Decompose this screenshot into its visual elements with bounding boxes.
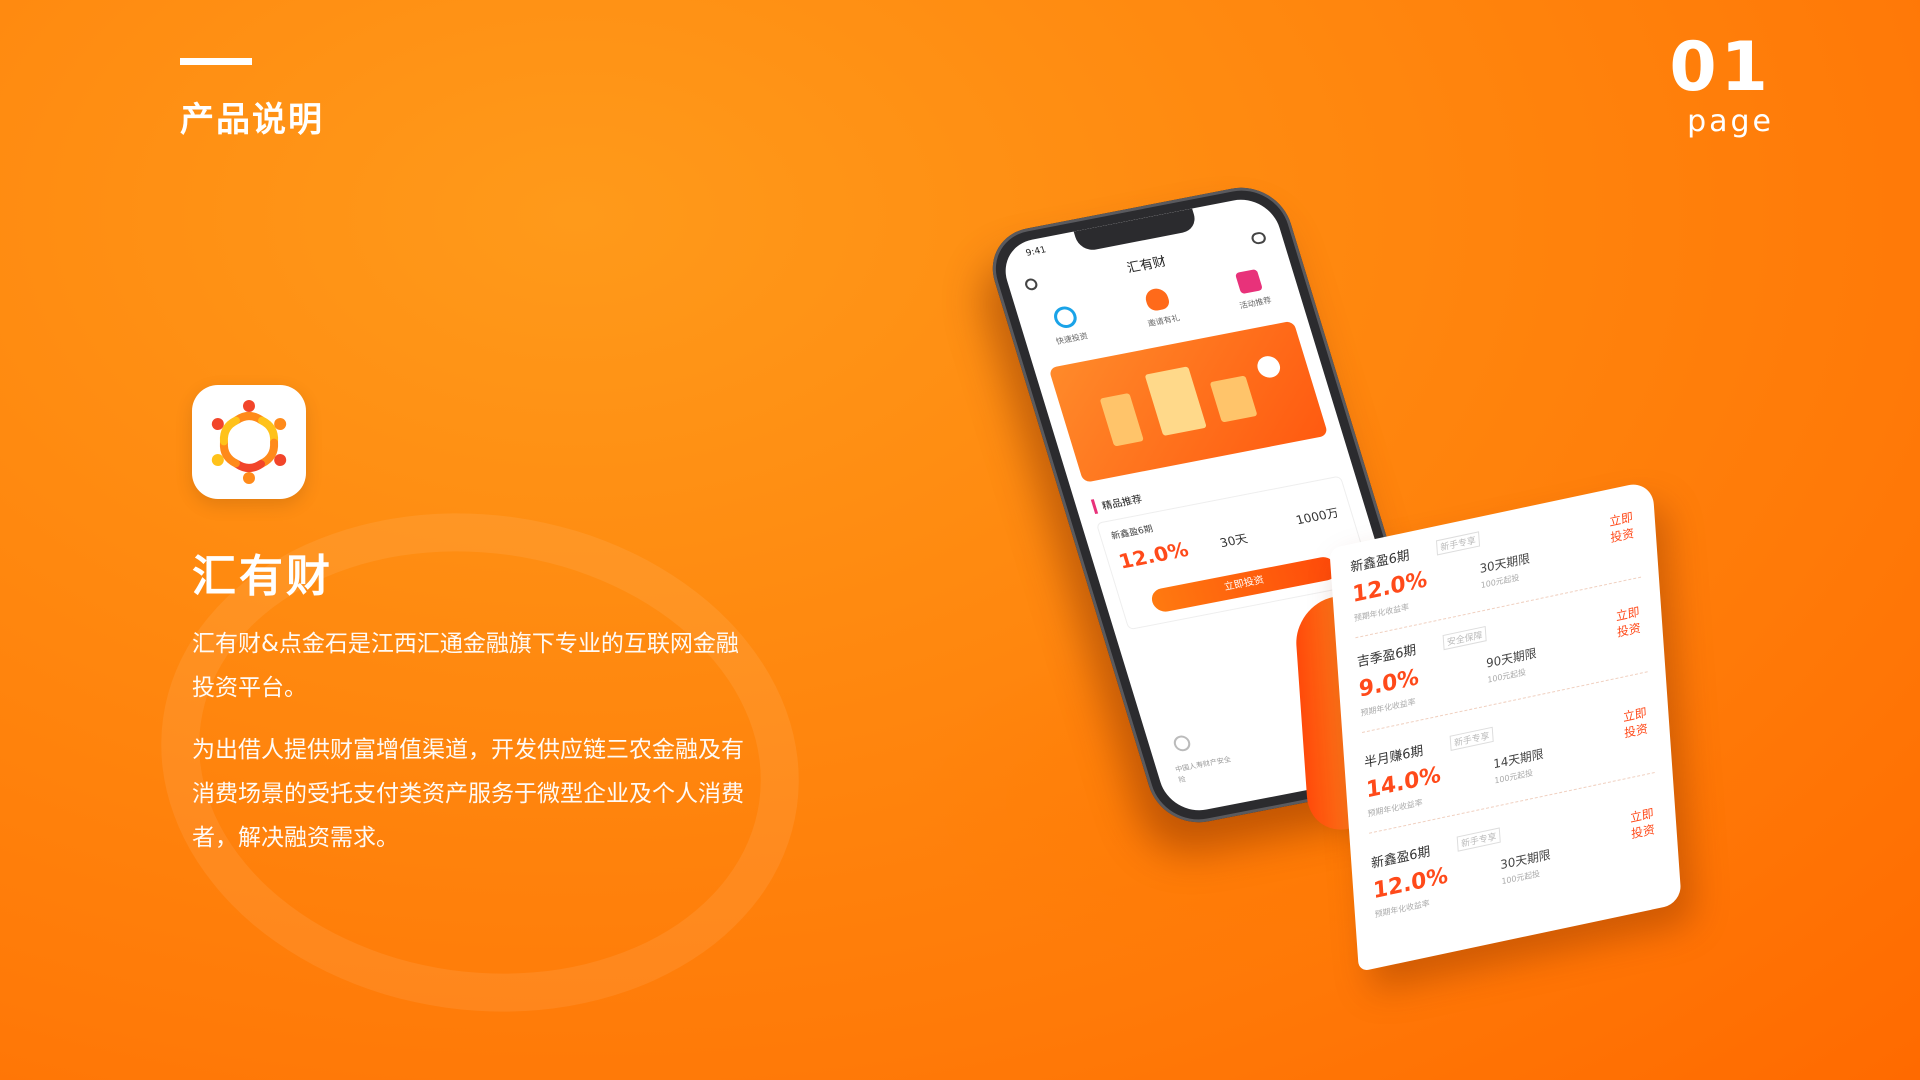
row-tag: 安全保障	[1442, 625, 1487, 651]
paper-scroll: 新鑫盈6期 新手专享 12.0% 预期年化收益率 30天期限 100元起投 立即…	[1293, 472, 1722, 998]
row-name: 新鑫盈6期	[1350, 548, 1411, 576]
quick-action-label: 活动推荐	[1238, 295, 1273, 311]
insurance-text: 中国人寿财产安全险	[1174, 755, 1232, 785]
phone-notch	[1073, 208, 1199, 253]
quick-action-events[interactable]: 活动推荐	[1211, 264, 1291, 315]
invest-icon	[1051, 304, 1080, 330]
slide: 产品说明 01 page 汇有财 汇有财&点金石是江西汇通金融旗下专业的互联网金…	[0, 0, 1920, 1080]
row-tag: 新手专享	[1456, 827, 1501, 852]
row-invest-button[interactable]: 立即投资	[1613, 603, 1643, 641]
app-description-1: 汇有财&点金石是江西汇通金融旗下专业的互联网金融投资平台。	[192, 631, 739, 701]
title-accent-bar	[180, 58, 252, 65]
insurance-icon	[1171, 734, 1193, 753]
row-days: 30天期限	[1479, 551, 1531, 577]
promo-banner[interactable]	[1048, 320, 1329, 483]
gift-icon	[1234, 268, 1264, 295]
row-days: 14天期限	[1492, 746, 1544, 772]
section-label: 精品推荐	[1090, 490, 1144, 515]
row-name: 吉季盈6期	[1356, 642, 1417, 671]
row-invest-button[interactable]: 立即投资	[1621, 704, 1651, 742]
product-name: 新鑫盈6期	[1110, 524, 1155, 542]
banner-block	[1099, 392, 1144, 447]
page-label: page	[1687, 104, 1774, 139]
huiyoucai-logo-icon	[192, 385, 306, 499]
row-tag: 新手专享	[1449, 726, 1494, 751]
section-title: 产品说明	[180, 100, 324, 140]
product-days: 30天	[1218, 531, 1250, 551]
banner-block	[1144, 366, 1207, 436]
banner-coin	[1254, 354, 1283, 380]
row-days: 30天期限	[1499, 847, 1552, 873]
app-description-2: 为出借人提供财富增值渠道，开发供应链三农金融及有消费场景的受托支付类资产服务于微…	[192, 737, 744, 851]
app-name: 汇有财	[192, 551, 333, 602]
logo-graphic	[211, 400, 287, 484]
product-rate: 12.0%	[1115, 537, 1192, 574]
banner-block	[1209, 375, 1258, 423]
quick-action-label: 快速投资	[1054, 331, 1090, 347]
row-invest-button[interactable]: 立即投资	[1607, 508, 1637, 546]
row-tag: 新手专享	[1435, 531, 1481, 556]
status-time: 9:41	[1024, 245, 1048, 259]
scroll-sheet: 新鑫盈6期 新手专享 12.0% 预期年化收益率 30天期限 100元起投 立即…	[1329, 480, 1682, 972]
quick-action-invest[interactable]: 快速投资	[1028, 300, 1108, 351]
page-number: 01	[1669, 28, 1772, 107]
row-name: 新鑫盈6期	[1370, 844, 1431, 872]
invite-icon	[1143, 286, 1172, 313]
quick-action-invite[interactable]: 邀请有礼	[1119, 282, 1199, 333]
quick-action-label: 邀请有礼	[1146, 313, 1181, 329]
row-days: 90天期限	[1485, 645, 1537, 671]
row-name: 半月赚6期	[1363, 743, 1424, 772]
product-amount: 1000万	[1294, 505, 1341, 528]
row-invest-button[interactable]: 立即投资	[1628, 805, 1658, 843]
